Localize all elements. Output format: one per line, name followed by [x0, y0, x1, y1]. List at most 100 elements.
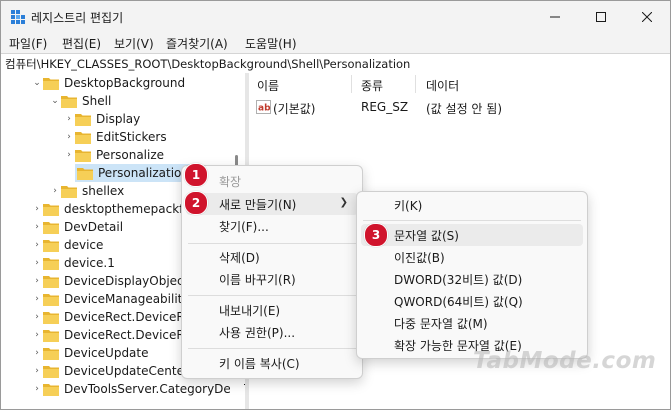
- tree-item-label: Shell: [82, 94, 112, 108]
- submenu-item-dword-value[interactable]: DWORD(32비트) 값(D): [361, 268, 583, 290]
- folder-icon: [43, 329, 59, 342]
- menu-item-rename[interactable]: 이름 바꾸기(R): [186, 268, 358, 290]
- folder-icon: [43, 257, 59, 270]
- menu-view[interactable]: 보기(V): [114, 35, 154, 52]
- chevron-right-icon[interactable]: ›: [31, 254, 43, 272]
- tree-item-shellex[interactable]: › shellex: [49, 182, 124, 200]
- menu-item-new[interactable]: 새로 만들기(N) ❯: [186, 193, 358, 215]
- menu-item-label: 이름 바꾸기(R): [219, 272, 296, 287]
- folder-icon: [43, 239, 59, 252]
- tree-item-label: DesktopBackground: [64, 76, 186, 90]
- submenu-item-qword-value[interactable]: QWORD(64비트) 값(Q): [361, 290, 583, 312]
- folder-icon: [43, 221, 59, 234]
- title-bar[interactable]: 레지스트리 편집기: [1, 1, 670, 33]
- close-icon: [642, 12, 652, 22]
- tree-item-editstickers[interactable]: › EditStickers: [63, 128, 167, 146]
- chevron-right-icon[interactable]: ›: [31, 380, 43, 398]
- tree-item-devicemanageability[interactable]: › DeviceManageability: [31, 290, 189, 308]
- tree-item-label: DeviceManageability: [64, 292, 190, 306]
- menu-item-label: 찾기(F)...: [219, 219, 269, 234]
- submenu-item-string-value[interactable]: 문자열 값(S): [361, 224, 583, 246]
- tree-item-deviceupdatecenter[interactable]: › DeviceUpdateCenter: [31, 362, 189, 380]
- chevron-right-icon[interactable]: ›: [31, 218, 43, 236]
- chevron-right-icon[interactable]: ›: [31, 236, 43, 254]
- chevron-right-icon[interactable]: ›: [31, 344, 43, 362]
- folder-open-icon: [61, 95, 77, 108]
- folder-icon: [61, 185, 77, 198]
- tree-item-device[interactable]: › device: [31, 236, 103, 254]
- menu-item-expand[interactable]: 확장: [186, 170, 358, 192]
- tree-item-devicerect-1[interactable]: › DeviceRect.DeviceRe: [31, 308, 191, 326]
- chevron-down-icon[interactable]: ⌄: [49, 92, 61, 110]
- column-divider[interactable]: [351, 75, 352, 93]
- tree-item-deviceupdate[interactable]: › DeviceUpdate: [31, 344, 148, 362]
- tree-item-label: EditStickers: [96, 130, 167, 144]
- tree-item-desktopbackground[interactable]: ⌄ DesktopBackground: [31, 74, 185, 92]
- menu-item-export[interactable]: 내보내기(E): [186, 299, 358, 321]
- menu-help[interactable]: 도움말(H): [245, 35, 297, 52]
- chevron-right-icon[interactable]: ›: [63, 110, 75, 128]
- column-header-name[interactable]: 이름: [257, 77, 279, 94]
- close-button[interactable]: [624, 1, 670, 33]
- menu-item-copy-key-name[interactable]: 키 이름 복사(C): [186, 352, 358, 374]
- minimize-button[interactable]: [532, 1, 578, 33]
- submenu-item-multi-string-value[interactable]: 다중 문자열 값(M): [361, 312, 583, 334]
- menu-item-delete[interactable]: 삭제(D): [186, 246, 358, 268]
- tree-item-devicerect-2[interactable]: › DeviceRect.DeviceRe: [31, 326, 191, 344]
- tree-item-shell[interactable]: ⌄ Shell: [49, 92, 111, 110]
- menu-item-label: 다중 문자열 값(M): [394, 316, 488, 331]
- menu-separator: [188, 348, 356, 349]
- registry-editor-icon: [11, 10, 25, 24]
- menu-item-label: DWORD(32비트) 값(D): [394, 272, 523, 287]
- tree-item-personalize[interactable]: › Personalize: [63, 146, 164, 164]
- chevron-right-icon[interactable]: ›: [49, 182, 61, 200]
- tree-item-personalization[interactable]: Personalization: [75, 164, 193, 182]
- chevron-right-icon[interactable]: ›: [31, 200, 43, 218]
- menu-item-label: 키 이름 복사(C): [219, 356, 300, 371]
- chevron-right-icon[interactable]: ›: [31, 290, 43, 308]
- tree-item-label: Display: [96, 112, 141, 126]
- folder-icon: [43, 275, 59, 288]
- address-bar[interactable]: 컴퓨터\HKEY_CLASSES_ROOT\DesktopBackground\…: [1, 53, 670, 74]
- tree-item-devtoolsserver[interactable]: › DevToolsServer.CategoryDevT: [31, 380, 245, 398]
- tree-item-label: DevDetail: [64, 220, 124, 234]
- tree-item-label: device.1: [64, 256, 115, 270]
- folder-open-icon: [43, 77, 59, 90]
- tree-item-devicedisplayobject[interactable]: › DeviceDisplayObject: [31, 272, 188, 290]
- chevron-right-icon[interactable]: ›: [63, 146, 75, 164]
- menu-separator: [188, 243, 356, 244]
- tree-item-display[interactable]: › Display: [63, 110, 140, 128]
- menu-edit[interactable]: 편집(E): [62, 35, 101, 52]
- column-header-type[interactable]: 종류: [361, 77, 383, 94]
- menu-item-label: 사용 권한(P)...: [219, 325, 296, 340]
- tree-item-devdetail[interactable]: › DevDetail: [31, 218, 123, 236]
- chevron-right-icon[interactable]: ›: [31, 308, 43, 326]
- address-path[interactable]: 컴퓨터\HKEY_CLASSES_ROOT\DesktopBackground\…: [5, 56, 410, 72]
- menu-favorites[interactable]: 즐겨찾기(A): [166, 35, 228, 52]
- new-submenu: 키(K) 문자열 값(S) 이진값(B) DWORD(32비트) 값(D) QW…: [356, 191, 588, 359]
- menu-item-label: 삭제(D): [219, 250, 260, 265]
- chevron-right-icon[interactable]: ›: [63, 128, 75, 146]
- minimize-icon: [550, 16, 560, 18]
- folder-icon: [43, 203, 59, 216]
- menu-file[interactable]: 파일(F): [9, 35, 47, 52]
- chevron-down-icon[interactable]: ⌄: [31, 74, 43, 92]
- submenu-item-binary-value[interactable]: 이진값(B): [361, 246, 583, 268]
- svg-text:ab: ab: [258, 104, 271, 114]
- column-header-data[interactable]: 데이터: [426, 77, 459, 94]
- tree-item-label: desktopthemepackfil: [64, 202, 191, 216]
- menu-item-permissions[interactable]: 사용 권한(P)...: [186, 321, 358, 343]
- window-title: 레지스트리 편집기: [31, 11, 124, 25]
- chevron-right-icon[interactable]: ›: [31, 362, 43, 380]
- chevron-right-icon[interactable]: ›: [31, 272, 43, 290]
- folder-icon: [77, 167, 93, 180]
- tree-item-label: DevToolsServer.CategoryDevT: [64, 382, 245, 396]
- chevron-right-icon[interactable]: ›: [31, 326, 43, 344]
- value-name: (기본값): [273, 102, 316, 116]
- tree-item-desktopthemepackfile[interactable]: › desktopthemepackfil: [31, 200, 190, 218]
- tree-item-device-1[interactable]: › device.1: [31, 254, 115, 272]
- submenu-item-key[interactable]: 키(K): [361, 194, 583, 216]
- maximize-button[interactable]: [578, 1, 624, 33]
- column-divider[interactable]: [415, 75, 416, 93]
- menu-item-find[interactable]: 찾기(F)...: [186, 215, 358, 237]
